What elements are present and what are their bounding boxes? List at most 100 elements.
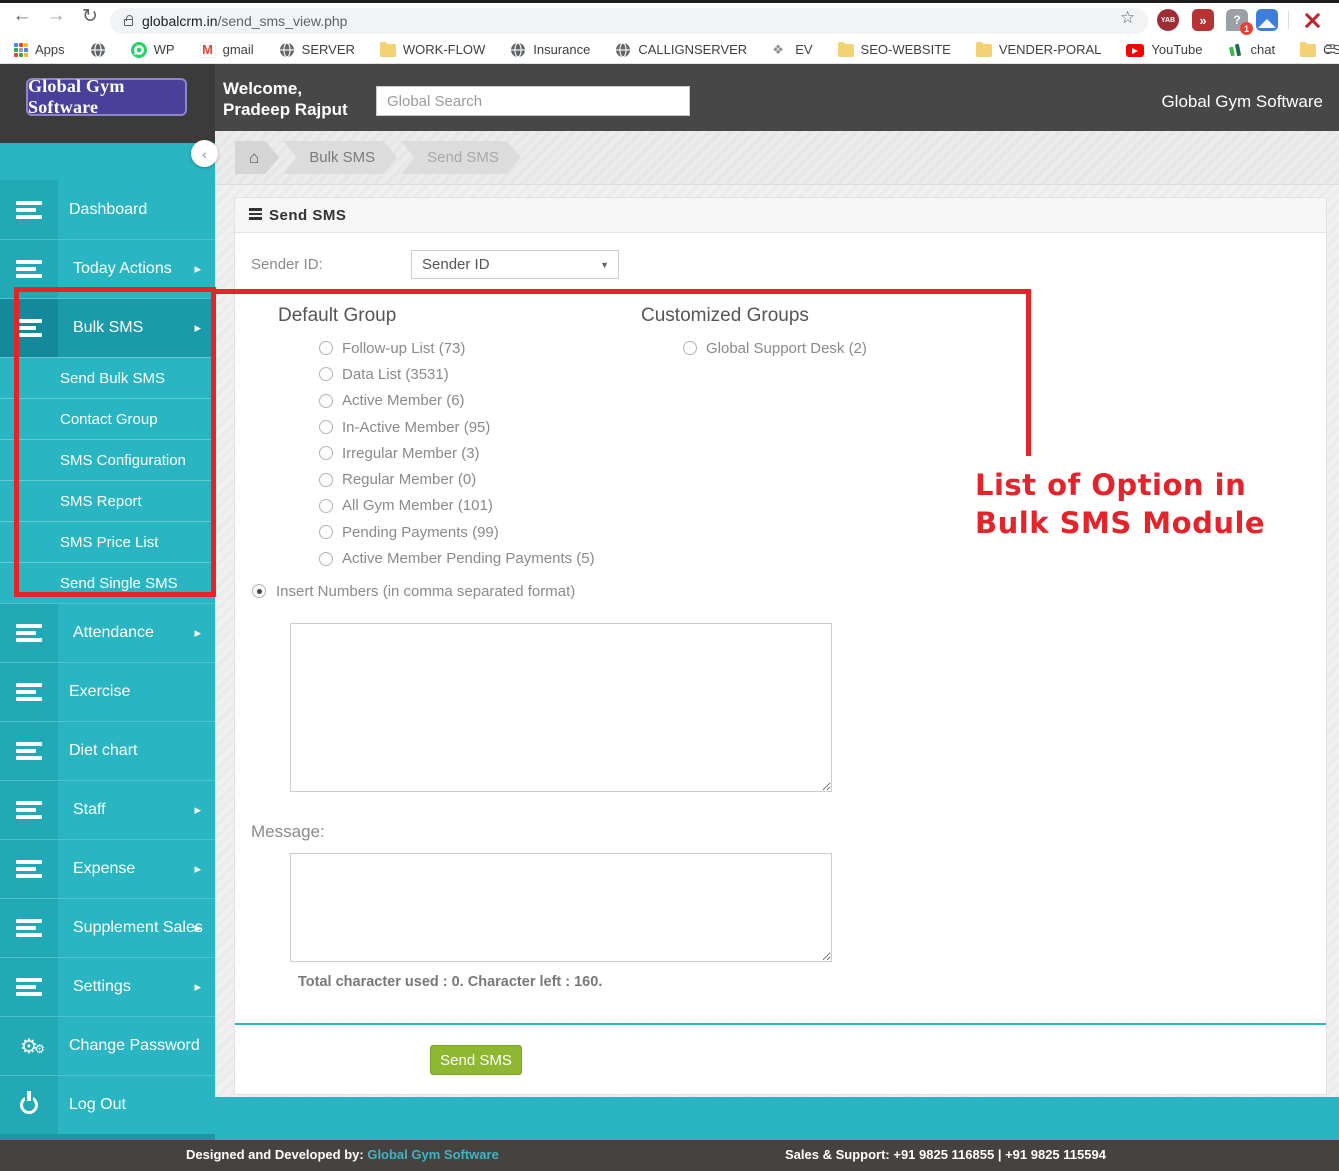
list-icon — [16, 978, 42, 996]
breadcrumb-home[interactable]: ⌂ — [235, 141, 279, 174]
radio-icon[interactable] — [319, 420, 333, 434]
bookmark-label: WP — [154, 42, 175, 57]
extension-help-icon[interactable]: ?1 — [1226, 9, 1248, 31]
radio-option-customized[interactable]: Global Support Desk (2) — [683, 335, 867, 361]
sidebar-subitem-send-single-sms[interactable]: Send Single SMS — [0, 562, 215, 603]
radio-icon[interactable] — [319, 367, 333, 381]
bookmark-vender-poral[interactable]: VENDER-PORAL — [976, 42, 1102, 57]
folder-icon — [976, 44, 992, 57]
radio-option-default[interactable]: All Gym Member (101) — [319, 493, 595, 519]
global-search-input[interactable] — [376, 86, 690, 116]
sidebar-item-change-password[interactable]: ⚙⚙Change Password — [0, 1016, 215, 1075]
bookmark-label: SERVER — [302, 42, 355, 57]
radio-option-default[interactable]: Active Member (6) — [319, 388, 595, 414]
sidebar-item-attendance[interactable]: Attendance▸ — [0, 603, 215, 662]
app-logo[interactable]: Global Gym Software — [26, 78, 187, 116]
panel-header: Send SMS — [235, 198, 1326, 233]
numbers-textarea[interactable] — [290, 623, 832, 792]
message-textarea[interactable] — [290, 853, 832, 962]
address-bar[interactable]: globalcrm.in /send_sms_view.php — [110, 8, 1148, 34]
list-icon — [16, 260, 42, 278]
sidebar: Dashboard Today Actions▸Bulk SMS▸Send Bul… — [0, 143, 215, 1134]
lock-icon — [124, 19, 133, 26]
sidebar-collapse-button[interactable]: ‹ — [191, 140, 218, 167]
bookmark-insurance[interactable]: Insurance — [510, 42, 590, 58]
list-icon — [16, 742, 42, 760]
bookmark-star-icon[interactable]: ☆ — [1120, 8, 1135, 28]
footer-credit-link[interactable]: Global Gym Software — [367, 1147, 498, 1162]
radio-option-label: Follow-up List (73) — [342, 340, 465, 357]
radio-icon[interactable] — [319, 525, 333, 539]
reload-icon[interactable]: ↻ — [76, 5, 104, 27]
sidebar-item-label: Settings — [73, 978, 131, 996]
bookmark-apps[interactable]: Apps — [14, 42, 65, 57]
power-icon — [20, 1096, 38, 1114]
extension-photos-icon[interactable] — [1256, 9, 1278, 31]
radio-option-default[interactable]: Follow-up List (73) — [319, 335, 595, 361]
bookmark-wp[interactable]: WP — [131, 42, 175, 58]
bookmark-chat[interactable]: chat — [1228, 42, 1276, 58]
radio-icon[interactable] — [319, 341, 333, 355]
bookmark-label: Insurance — [533, 42, 590, 57]
extension-forward-icon[interactable]: » — [1192, 9, 1214, 31]
bookmark-work-flow[interactable]: WORK-FLOW — [380, 42, 485, 57]
radio-icon[interactable] — [319, 499, 333, 513]
bookmark-ev[interactable]: ❖EV — [772, 42, 812, 58]
radio-icon[interactable] — [683, 341, 697, 355]
sidebar-item-staff[interactable]: Staff▸ — [0, 780, 215, 839]
radio-option-default[interactable]: In-Active Member (95) — [319, 414, 595, 440]
sidebar-item-label-cell: Dashboard — [58, 180, 215, 239]
sidebar-item-diet-chart[interactable]: Diet chart — [0, 721, 215, 780]
bookmark-label: Apps — [35, 42, 65, 57]
radio-option-default[interactable]: Regular Member (0) — [319, 466, 595, 492]
bookmark-callignserver[interactable]: CALLIGNSERVER — [615, 42, 747, 58]
sidebar-item-label-cell: Staff▸ — [58, 781, 215, 839]
bookmark-seo-website[interactable]: SEO-WEBSITE — [838, 42, 951, 57]
page: ← → ↻ globalcrm.in /send_sms_view.php ☆ … — [0, 0, 1339, 1171]
radio-option-default[interactable]: Pending Payments (99) — [319, 519, 595, 545]
radio-icon[interactable] — [319, 552, 333, 566]
sidebar-item-dashboard[interactable]: Dashboard — [0, 180, 215, 239]
sidebar-subitem-label: Contact Group — [60, 411, 158, 428]
radio-option-default[interactable]: Active Member Pending Payments (5) — [319, 545, 595, 571]
radio-icon[interactable] — [319, 473, 333, 487]
submenu-arrow-icon: ▸ — [194, 626, 201, 641]
bookmark-youtube[interactable]: YouTube — [1126, 42, 1202, 57]
breadcrumb-send-sms[interactable]: Send SMS — [401, 141, 521, 174]
insert-numbers-radio-row[interactable]: Insert Numbers (in comma separated forma… — [252, 578, 575, 604]
forward-icon[interactable]: → — [42, 5, 70, 27]
sidebar-subitem-sms-report[interactable]: SMS Report — [0, 480, 215, 521]
sidebar-item-supplement-sales[interactable]: Supplement Sales▸ — [0, 898, 215, 957]
sidebar-item-exercise[interactable]: Exercise — [0, 662, 215, 721]
sender-id-select[interactable]: Sender ID ▼ — [411, 250, 619, 279]
submenu-arrow-icon: ▸ — [194, 262, 201, 277]
sidebar-subitem-contact-group[interactable]: Contact Group — [0, 398, 215, 439]
bookmarks-overflow-icon[interactable]: ☰ — [1325, 42, 1335, 56]
radio-option-default[interactable]: Irregular Member (3) — [319, 440, 595, 466]
insert-numbers-radio[interactable] — [252, 584, 266, 598]
back-icon[interactable]: ← — [8, 5, 36, 27]
sidebar-item-bulk-sms[interactable]: Bulk SMS▸ — [0, 298, 215, 357]
radio-option-default[interactable]: Data List (3531) — [319, 361, 595, 387]
sidebar-item-expense[interactable]: Expense▸ — [0, 839, 215, 898]
sidebar-item-log-out[interactable]: Log Out — [0, 1075, 215, 1134]
radio-option-label: All Gym Member (101) — [342, 497, 493, 514]
bookmark-server[interactable]: SERVER — [279, 42, 355, 58]
profile-emblem-icon[interactable] — [1300, 9, 1326, 33]
breadcrumb-bulk-sms[interactable]: Bulk SMS — [283, 141, 397, 174]
extension-yab-icon[interactable]: YAB — [1157, 9, 1179, 31]
bookmark-untitled[interactable] — [90, 42, 106, 58]
sidebar-subitem-send-bulk-sms[interactable]: Send Bulk SMS — [0, 357, 215, 398]
radio-icon[interactable] — [319, 394, 333, 408]
default-group-options: Follow-up List (73)Data List (3531)Activ… — [319, 335, 595, 572]
sidebar-subitem-sms-price-list[interactable]: SMS Price List — [0, 521, 215, 562]
radio-icon[interactable] — [319, 446, 333, 460]
bookmark-gmail[interactable]: Mgmail — [200, 42, 254, 58]
sidebar-subitem-sms-configuration[interactable]: SMS Configuration — [0, 439, 215, 480]
annotation-text: List of Option in Bulk SMS Module — [975, 466, 1265, 542]
send-sms-button[interactable]: Send SMS — [430, 1045, 522, 1075]
sidebar-item-label: Dashboard — [69, 201, 147, 219]
sidebar-item-settings[interactable]: Settings▸ — [0, 957, 215, 1016]
sidebar-item-today-actions[interactable]: Today Actions▸ — [0, 239, 215, 298]
globe-icon — [90, 42, 106, 58]
